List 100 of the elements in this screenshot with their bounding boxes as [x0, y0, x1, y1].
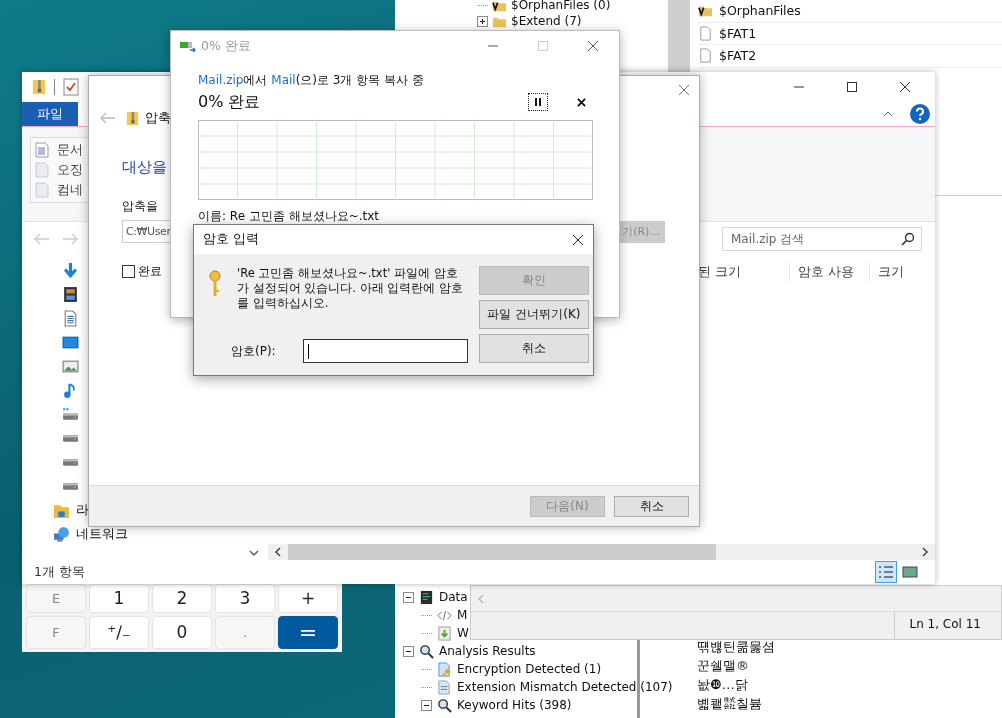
blank-page-icon	[35, 182, 49, 198]
expand-icon[interactable]	[477, 15, 488, 27]
calculator-key[interactable]: 3	[215, 584, 275, 613]
calculator-key[interactable]: ⁺∕₋	[89, 616, 149, 649]
document-icon	[35, 142, 49, 158]
file-icon	[698, 48, 713, 64]
cancel-button[interactable]: 취소	[614, 495, 689, 517]
drive-icon	[62, 433, 79, 443]
terminal-icon	[419, 589, 434, 605]
window-title: 0% 완료	[201, 37, 251, 55]
scroll-down-icon[interactable]	[249, 550, 259, 556]
tree-item[interactable]: Keyword Hits (398)	[457, 698, 572, 712]
tree-item[interactable]: Extension Mismatch Detected (107)	[457, 680, 673, 694]
folder-link[interactable]: Mail.zip	[198, 73, 244, 87]
nav-item[interactable]: 네트워크	[76, 525, 128, 543]
file-name[interactable]: $FAT2	[719, 48, 757, 64]
calculator-key[interactable]: =	[278, 616, 338, 649]
dialog-title: 암호 입력	[203, 231, 259, 248]
progress-percent: 0% 완료	[198, 91, 261, 113]
wizard-heading: 대상을	[122, 158, 167, 178]
column-header[interactable]: 된 크기	[698, 262, 789, 282]
item-count: 1개 항목	[34, 563, 85, 581]
nav-item[interactable]: 라	[76, 501, 89, 519]
text-line: 떆뱮틴쿪뭃셤	[697, 638, 776, 656]
key-icon	[209, 270, 221, 298]
scroll-left-icon[interactable]	[274, 547, 282, 557]
checklist-icon[interactable]	[63, 78, 79, 96]
blank-page-icon	[35, 162, 49, 178]
search-icon[interactable]	[901, 232, 915, 246]
film-icon	[62, 285, 79, 303]
pause-button[interactable]	[528, 93, 548, 111]
text-line: 볣쾥㍿칠븀	[697, 695, 763, 713]
tree-item[interactable]: W	[457, 626, 469, 640]
maximize-icon	[537, 41, 548, 51]
close-icon[interactable]	[573, 234, 583, 245]
collapse-icon[interactable]	[403, 645, 414, 657]
close-icon[interactable]	[899, 82, 910, 92]
password-field[interactable]	[303, 339, 468, 363]
network-globe-icon	[53, 525, 70, 543]
collapse-icon[interactable]	[421, 699, 432, 711]
path-label: 압축을	[122, 198, 158, 215]
maximize-icon[interactable]	[846, 82, 857, 92]
calculator-key[interactable]: 1	[89, 584, 149, 613]
checkbox-label[interactable]: 완료	[138, 263, 162, 280]
copy-status-text: Mail.zip에서 Mail(으)로 3개 항목 복사 중	[198, 72, 425, 89]
folder-icon	[492, 0, 507, 13]
tree-item[interactable]: Analysis Results	[439, 644, 536, 658]
help-icon[interactable]	[910, 104, 930, 124]
cursor-position: Ln 1, Col 11	[894, 612, 1001, 639]
picture-icon	[902, 565, 918, 579]
skip-file-button[interactable]: 파일 건너뛰기(K)	[479, 300, 589, 329]
minimize-icon[interactable]	[793, 86, 804, 88]
details-view-button[interactable]	[875, 561, 897, 583]
download-page-icon	[437, 625, 452, 641]
ribbon-item[interactable]: 컴네	[57, 181, 83, 199]
password-message: 'Re 고민좀 해보셨나요~.txt' 파일에 암호가 설정되어 있습니다. 아래 입력란에 암호를 입력하십시오.	[237, 266, 464, 311]
file-icon	[698, 25, 713, 41]
tree-item[interactable]: $OrphanFiles (0)	[511, 0, 611, 12]
ribbon-item[interactable]: 문서	[57, 141, 83, 159]
cancel-icon[interactable]	[577, 97, 586, 107]
tree-item[interactable]: Encryption Detected (1)	[457, 662, 602, 676]
wizard-title: 압축	[145, 109, 171, 127]
drive-icon	[62, 481, 79, 491]
tree-item[interactable]: M	[457, 608, 468, 622]
cancel-button[interactable]: 취소	[479, 334, 589, 363]
download-arrow-icon	[62, 261, 79, 279]
file-tab[interactable]: 파일	[22, 102, 78, 126]
tree-item[interactable]: Data	[439, 590, 468, 604]
column-header[interactable]: 암호 사용	[789, 262, 869, 282]
search-field[interactable]: Mail.zip 검색	[722, 227, 922, 251]
horizontal-scrollbar[interactable]	[268, 544, 935, 560]
calculator-key[interactable]: .	[215, 616, 275, 649]
search-icon	[419, 643, 434, 659]
drive-icon	[62, 457, 79, 467]
file-name[interactable]: $OrphanFiles	[719, 3, 801, 19]
close-icon[interactable]	[587, 41, 598, 51]
column-header[interactable]: 크기	[869, 262, 935, 282]
calculator-key[interactable]: 2	[152, 584, 212, 613]
tree-item[interactable]: $Extend (7)	[511, 14, 582, 28]
document-icon	[62, 309, 79, 327]
key-document-icon	[437, 661, 452, 677]
zip-folder-icon	[32, 78, 46, 96]
pause-icon	[533, 97, 543, 107]
chevron-up-icon[interactable]	[883, 111, 893, 117]
document-icon	[437, 679, 452, 695]
file-name[interactable]: $FAT1	[719, 25, 757, 41]
password-label: 암호(P):	[231, 342, 277, 360]
ribbon-item[interactable]: 오징	[57, 161, 83, 179]
text-line: 꾼쉘맬®	[697, 657, 750, 675]
file-name: 이름: Re 고민좀 해보셨나요~.txt	[198, 208, 380, 225]
calculator-key[interactable]: 0	[152, 616, 212, 649]
scrollbar[interactable]	[668, 0, 690, 72]
zip-folder-icon	[126, 109, 139, 127]
folder-link[interactable]: Mail	[271, 73, 296, 87]
scroll-right-icon[interactable]	[921, 547, 929, 557]
checkbox[interactable]	[122, 265, 135, 278]
list-icon	[878, 565, 894, 579]
scrollbar-thumb[interactable]	[288, 544, 716, 560]
collapse-icon[interactable]	[403, 591, 414, 603]
calculator-key[interactable]: +	[278, 584, 338, 613]
